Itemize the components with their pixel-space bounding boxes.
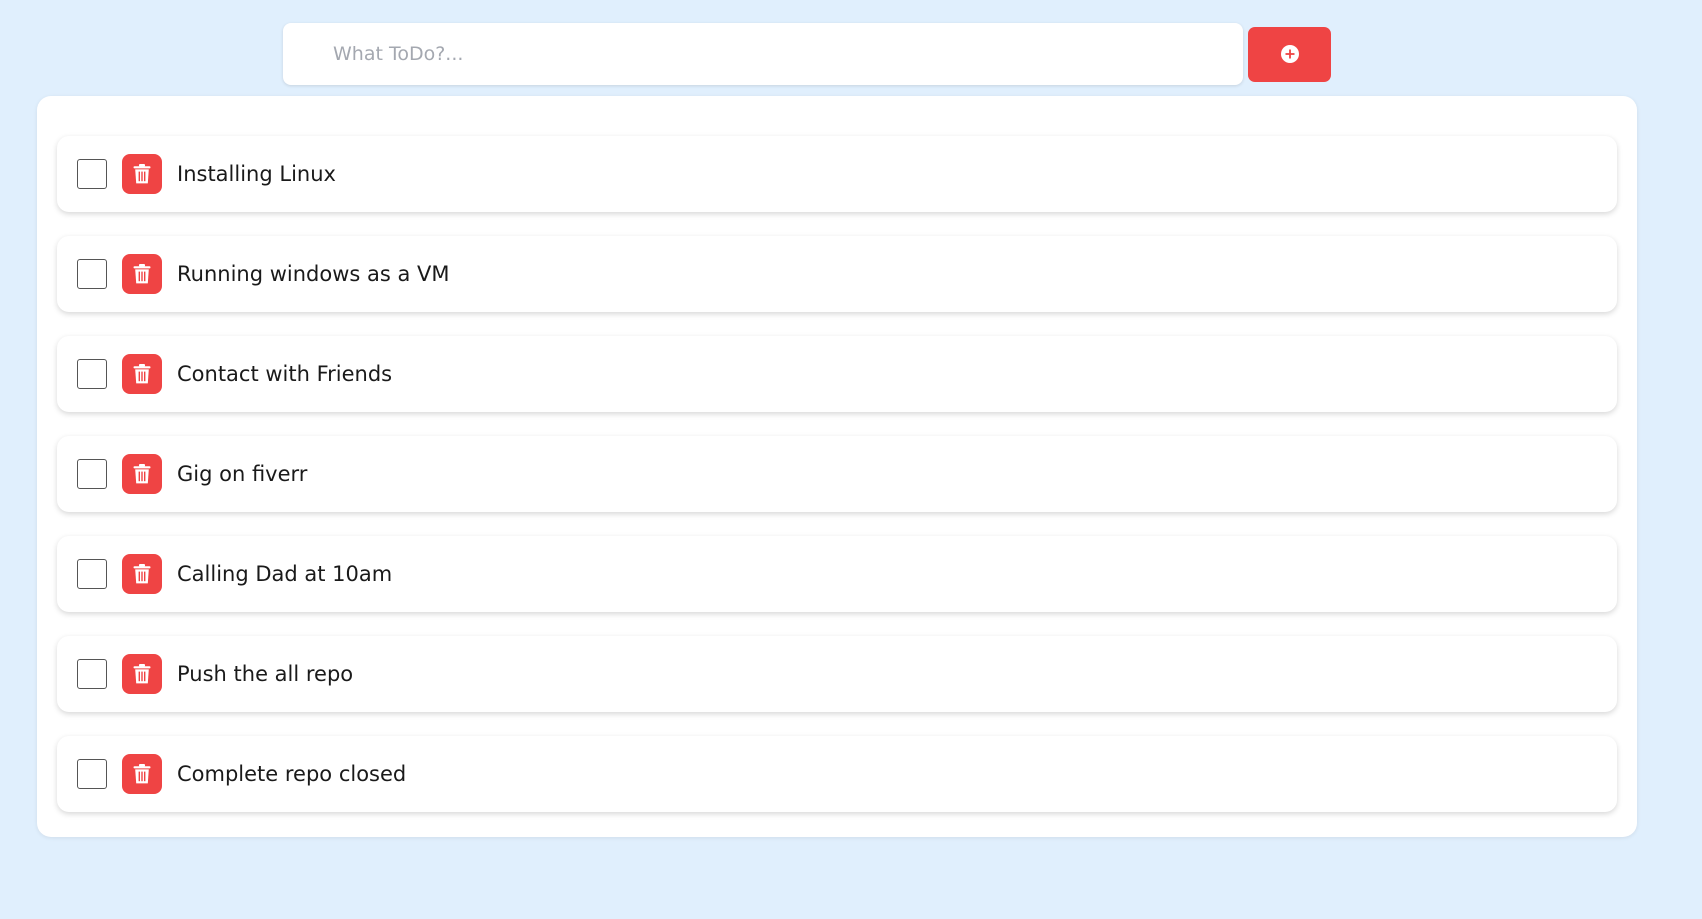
todo-item: Installing Linux — [57, 136, 1617, 212]
todo-text: Running windows as a VM — [177, 262, 450, 286]
todo-text: Complete repo closed — [177, 762, 407, 786]
trash-icon — [133, 564, 151, 584]
todo-item: Running windows as a VM — [57, 236, 1617, 312]
delete-todo-button[interactable] — [122, 754, 162, 794]
todo-checkbox[interactable] — [77, 259, 107, 289]
todo-item: Calling Dad at 10am — [57, 536, 1617, 612]
delete-todo-button[interactable] — [122, 554, 162, 594]
delete-todo-button[interactable] — [122, 454, 162, 494]
todo-checkbox[interactable] — [77, 359, 107, 389]
todo-checkbox[interactable] — [77, 559, 107, 589]
add-todo-button[interactable] — [1248, 26, 1331, 82]
delete-todo-button[interactable] — [122, 654, 162, 694]
trash-icon — [133, 164, 151, 184]
delete-todo-button[interactable] — [122, 154, 162, 194]
todo-checkbox[interactable] — [77, 759, 107, 789]
todo-list: Installing Linux Running windows as a VM… — [57, 136, 1617, 836]
todo-item: Gig on fiverr — [57, 436, 1617, 512]
trash-icon — [133, 264, 151, 284]
todo-input[interactable] — [283, 23, 1243, 85]
todo-text: Calling Dad at 10am — [177, 562, 393, 586]
todo-item: Complete repo closed — [57, 736, 1617, 812]
trash-icon — [133, 364, 151, 384]
todo-checkbox[interactable] — [77, 159, 107, 189]
todo-text: Installing Linux — [177, 162, 336, 186]
plus-circle-icon — [1280, 44, 1300, 64]
trash-icon — [133, 764, 151, 784]
todo-item: Contact with Friends — [57, 336, 1617, 412]
trash-icon — [133, 664, 151, 684]
todo-checkbox[interactable] — [77, 459, 107, 489]
todo-form — [283, 23, 1331, 85]
delete-todo-button[interactable] — [122, 254, 162, 294]
todo-text: Gig on fiverr — [177, 462, 308, 486]
todo-item: Push the all repo — [57, 636, 1617, 712]
trash-icon — [133, 464, 151, 484]
todo-text: Push the all repo — [177, 662, 354, 686]
todo-checkbox[interactable] — [77, 659, 107, 689]
todo-text: Contact with Friends — [177, 362, 393, 386]
todo-list-card: Installing Linux Running windows as a VM… — [37, 96, 1637, 837]
delete-todo-button[interactable] — [122, 354, 162, 394]
